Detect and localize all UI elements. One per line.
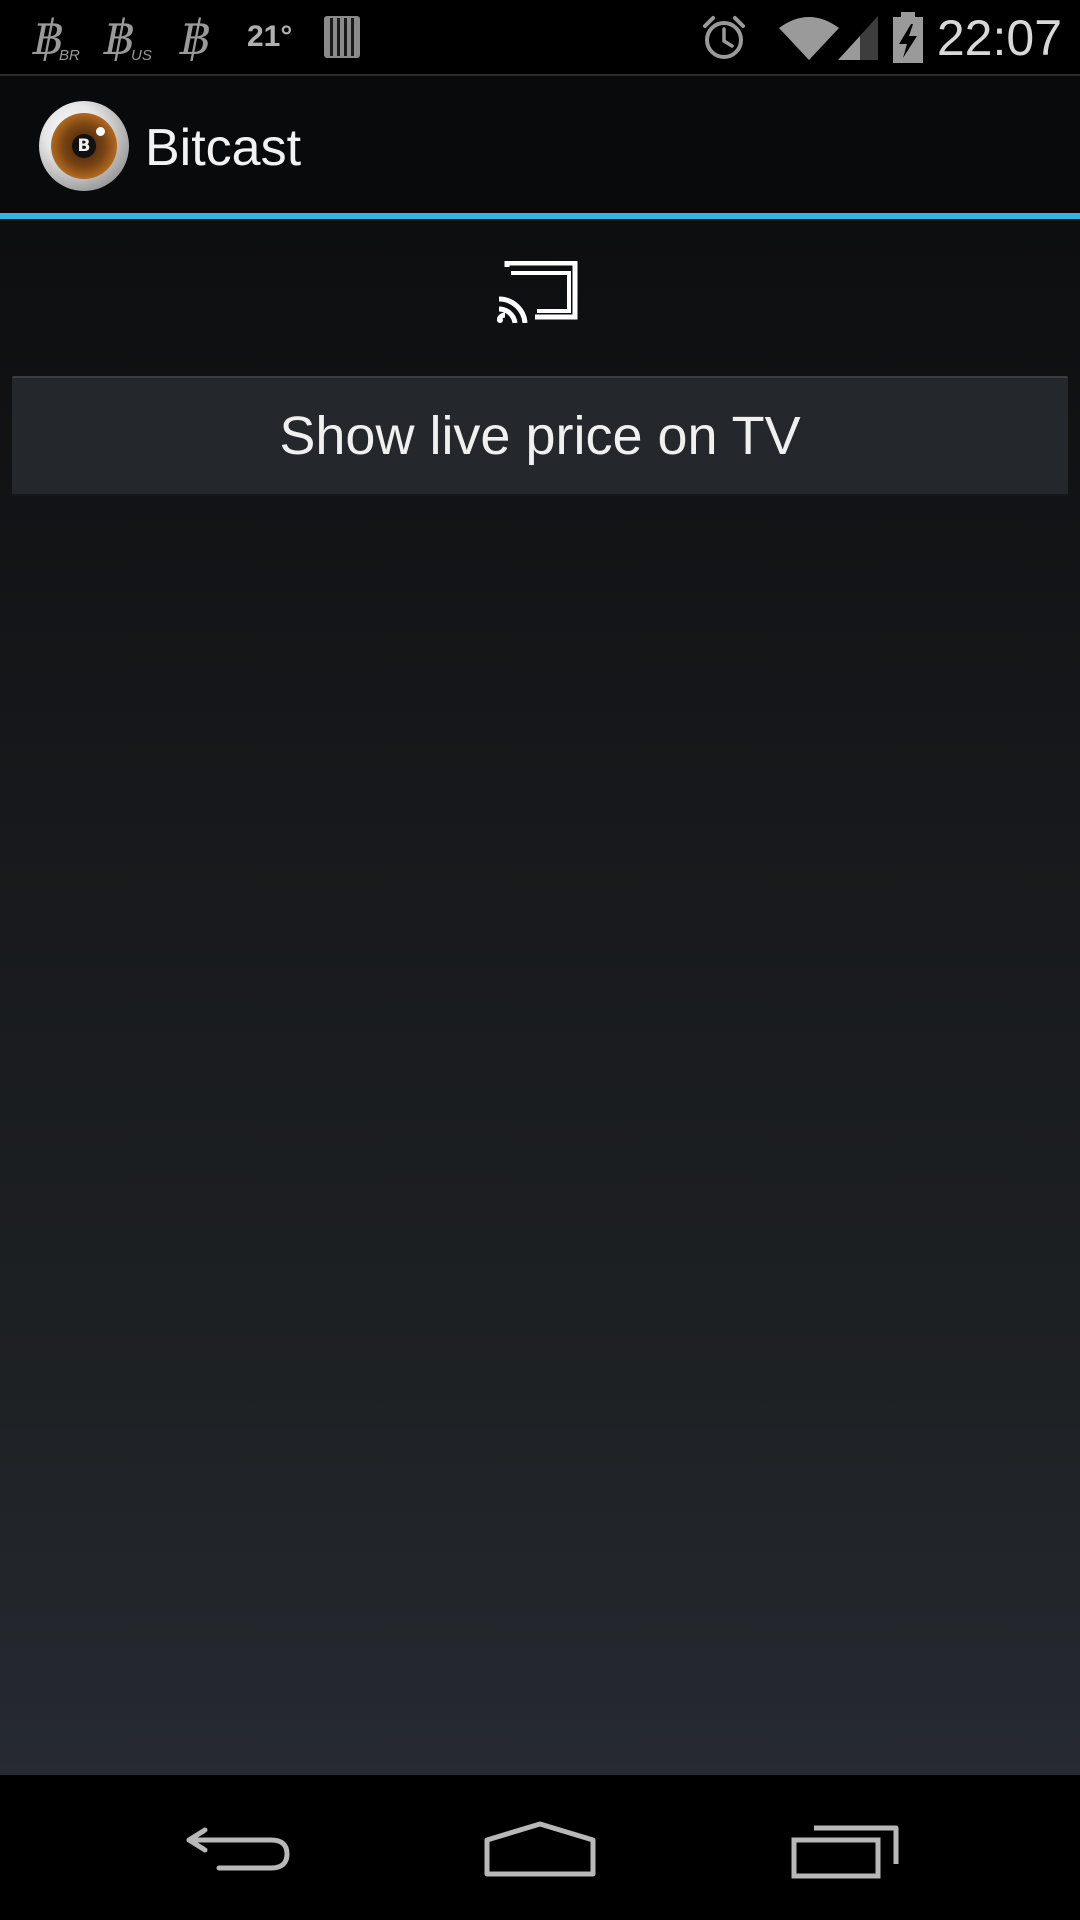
clock: 22:07 xyxy=(936,10,1062,66)
battery-charging-icon xyxy=(893,12,923,63)
screen: ฿ BR ฿ US ฿ 21° 22:07 B Bitcast Show liv… xyxy=(0,0,1080,1920)
wifi-icon xyxy=(779,17,839,60)
app-logo-ring: B xyxy=(51,113,117,179)
temperature-text: 21° xyxy=(247,20,293,53)
show-live-price-button[interactable]: Show live price on TV xyxy=(12,376,1068,496)
barcode-icon xyxy=(324,16,360,58)
status-bar: ฿ BR ฿ US ฿ 21° 22:07 xyxy=(0,0,1080,76)
app-title: Bitcast xyxy=(145,119,302,177)
app-logo-icon[interactable]: B xyxy=(39,101,129,191)
bitcoin-br-subscript: BR xyxy=(59,47,80,64)
recent-apps-icon[interactable] xyxy=(780,1810,910,1890)
bitcoin-us-icon: ฿ xyxy=(104,10,135,66)
cast-icon[interactable] xyxy=(497,261,579,323)
app-logo-shine xyxy=(96,127,105,136)
bitcoin-icon: ฿ xyxy=(180,10,211,66)
app-logo-letter: B xyxy=(72,134,96,158)
back-icon[interactable] xyxy=(175,1810,305,1890)
home-icon[interactable] xyxy=(475,1810,605,1890)
alarm-icon xyxy=(703,16,745,59)
bitcoin-us-subscript: US xyxy=(131,47,152,64)
signal-icon xyxy=(838,16,878,60)
